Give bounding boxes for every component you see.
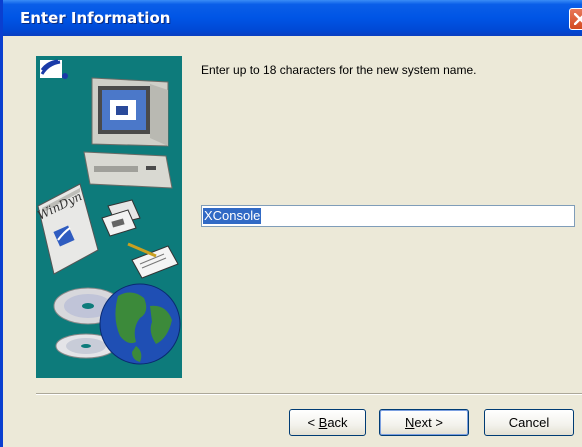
back-prefix: < <box>307 415 319 430</box>
next-label: ext <box>414 415 432 430</box>
next-suffix: > <box>431 415 443 430</box>
cancel-button[interactable]: Cancel <box>484 409 574 436</box>
back-hotkey: B <box>318 415 328 430</box>
close-button[interactable] <box>569 8 582 30</box>
button-divider <box>36 393 582 395</box>
system-name-input[interactable]: XConsole <box>201 205 575 227</box>
back-label: ack <box>327 415 348 430</box>
side-illustration: WinDyn <box>36 56 182 378</box>
cancel-label: Cancel <box>508 415 550 430</box>
computer-icon <box>83 77 173 189</box>
globe-icon <box>99 283 181 365</box>
instruction-text: Enter up to 18 characters for the new sy… <box>201 63 477 77</box>
document-pen-icon <box>127 242 179 279</box>
window-title: Enter Information <box>20 9 171 27</box>
diskette-icon <box>101 199 141 237</box>
dialog-window: Enter Information WinDyn Enter up to 18 … <box>0 0 582 447</box>
next-button[interactable]: Next > <box>379 409 469 436</box>
next-hotkey: N <box>405 415 415 430</box>
title-bar[interactable]: Enter Information <box>3 0 582 36</box>
back-button[interactable]: < Back <box>289 409 366 436</box>
system-name-value: XConsole <box>203 208 262 224</box>
book-icon: WinDyn <box>36 183 99 275</box>
close-icon <box>574 13 582 25</box>
app-logo-icon <box>40 59 68 79</box>
